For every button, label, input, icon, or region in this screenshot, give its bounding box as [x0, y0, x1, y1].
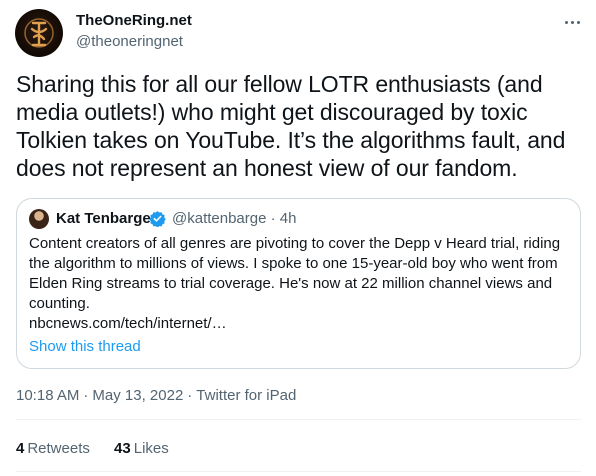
- one-ring-logo-icon: [24, 18, 54, 48]
- more-options-button[interactable]: [558, 10, 586, 34]
- quoted-author-avatar: [29, 209, 49, 229]
- quoted-handle: @kattenbarge: [172, 210, 267, 227]
- tweet-text-line: media outlets!) who might get discourage…: [16, 99, 528, 125]
- likes-count: 43: [114, 440, 131, 457]
- quoted-text-line: the algorithm to millions of views. I sp…: [29, 255, 558, 272]
- quoted-author-name: Kat Tenbarge: [56, 210, 151, 227]
- tweet-stats: 4 Retweets 43 Likes: [16, 440, 189, 458]
- separator-dot: ·: [270, 210, 276, 227]
- tweet-text: Sharing this for all our fellow LOTR ent…: [16, 70, 586, 182]
- quoted-author-handle-time: @kattenbarge · 4h: [172, 210, 296, 228]
- quoted-tweet-text: Content creators of all genres are pivot…: [29, 234, 574, 334]
- divider: [16, 419, 581, 420]
- divider: [16, 471, 581, 472]
- tweet-card: TheOneRing.net @theoneringnet Sharing th…: [0, 0, 596, 476]
- author-avatar[interactable]: [15, 9, 63, 57]
- quoted-tweet[interactable]: Kat Tenbarge @kattenbarge · 4h Content c…: [16, 198, 581, 369]
- retweets-stat[interactable]: 4 Retweets: [16, 440, 90, 458]
- tweet-metadata: 10:18 AM · May 13, 2022 · Twitter for iPad: [16, 386, 296, 406]
- quoted-link-text: nbcnews.com/tech/internet/…: [29, 315, 227, 332]
- show-thread-link[interactable]: Show this thread: [29, 337, 141, 357]
- tweet-text-line: does not represent an honest view of our…: [16, 155, 518, 181]
- separator-dot: ·: [83, 387, 89, 404]
- retweets-count: 4: [16, 440, 25, 457]
- tweet-timestamp-link[interactable]: 10:18 AM · May 13, 2022: [16, 387, 183, 404]
- quoted-time: 4h: [279, 210, 297, 227]
- tweet-time: 10:18 AM: [16, 387, 80, 404]
- tweet-text-line: Sharing this for all our fellow LOTR ent…: [16, 71, 543, 97]
- quoted-text-line: Content creators of all genres are pivot…: [29, 235, 561, 252]
- more-dots-icon: [564, 20, 568, 24]
- likes-label: Likes: [133, 440, 169, 457]
- quoted-text-line: Elden Ring streams to trial coverage. He…: [29, 275, 553, 292]
- quoted-text-line: counting.: [29, 295, 90, 312]
- author-display-name[interactable]: TheOneRing.net: [76, 12, 192, 30]
- tweet-text-line: Tolkien takes on YouTube. It’s the algor…: [16, 127, 566, 153]
- author-handle[interactable]: @theoneringnet: [76, 33, 183, 51]
- retweets-label: Retweets: [27, 440, 90, 457]
- tweet-source-link[interactable]: Twitter for iPad: [196, 387, 296, 404]
- separator-dot: ·: [187, 387, 193, 404]
- tweet-date: May 13, 2022: [92, 387, 184, 404]
- verified-badge-icon: [149, 211, 166, 227]
- likes-stat[interactable]: 43 Likes: [114, 440, 169, 458]
